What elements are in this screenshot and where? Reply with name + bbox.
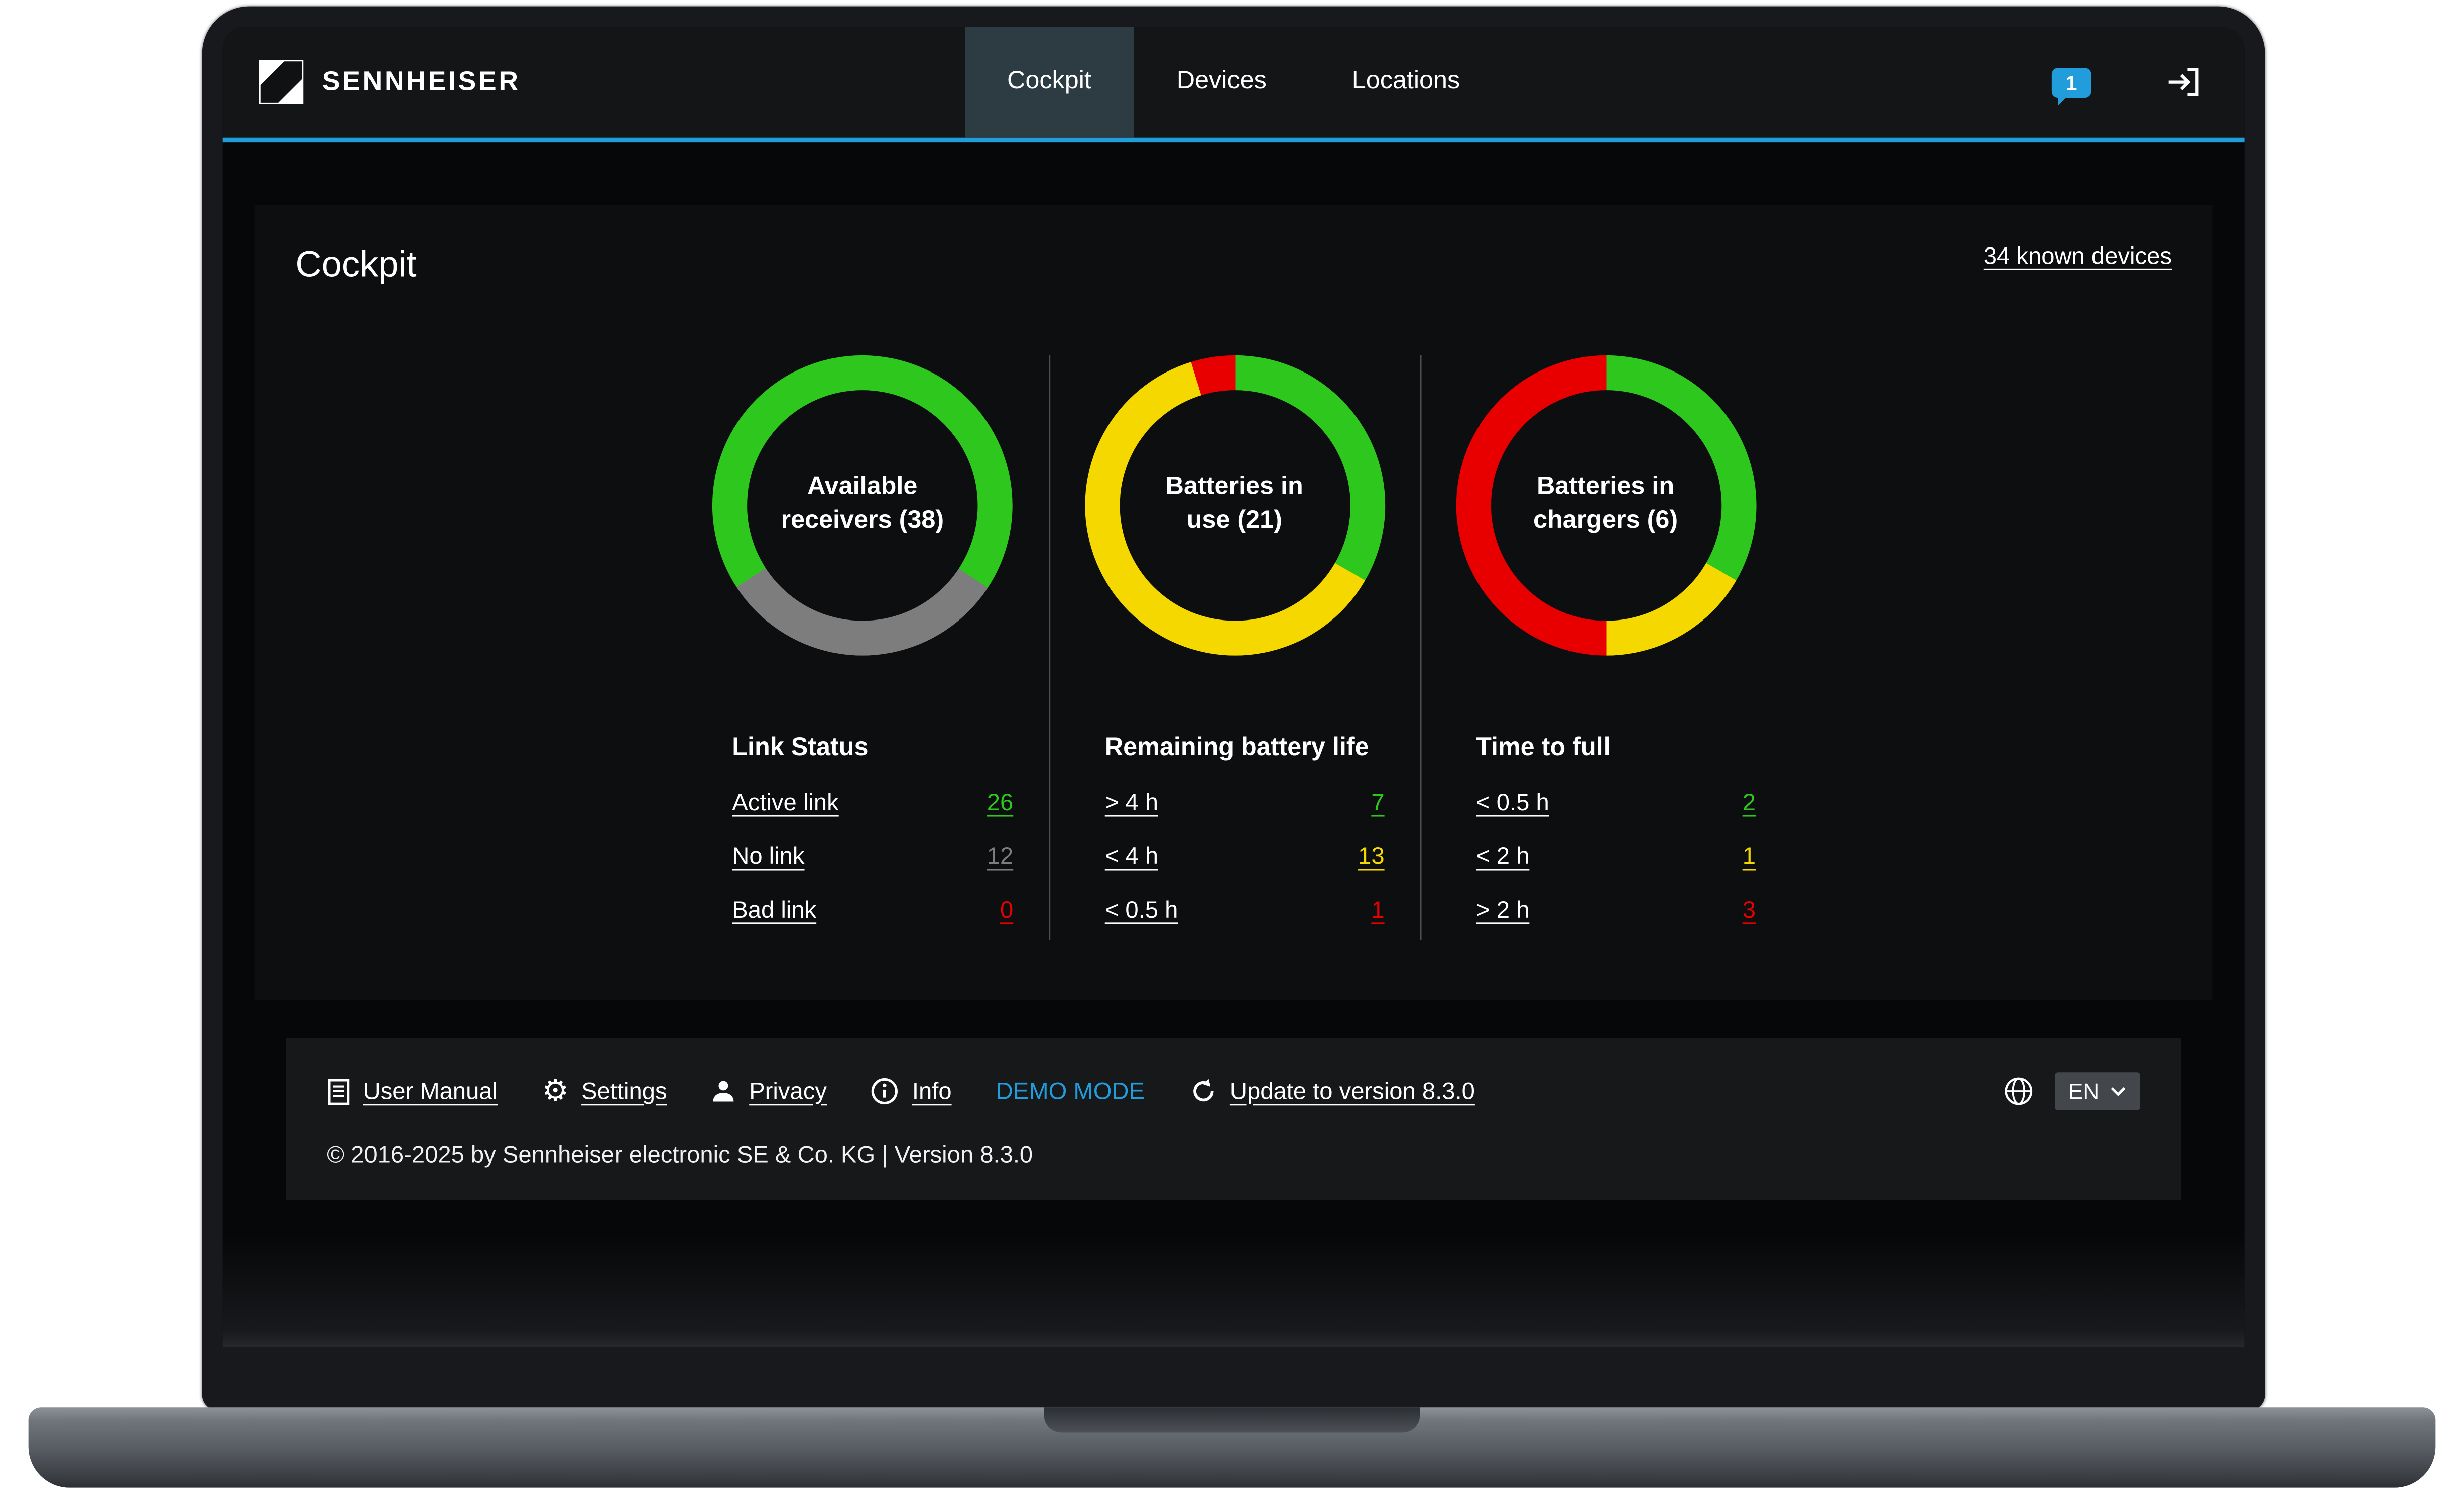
legend-label-link[interactable]: No link (732, 843, 804, 870)
legend-row: > 2 h 3 (1476, 897, 1756, 924)
donut-center-label: Batteries in use (21) (1129, 400, 1340, 611)
notification-badge[interactable]: 1 (2052, 67, 2091, 97)
settings-label: Settings (581, 1078, 667, 1104)
laptop-bezel: SENNHEISER Cockpit Devices Locations 1 (202, 7, 2265, 1411)
screen-bottom-reflection (223, 1233, 2245, 1347)
update-label: Update to version 8.3.0 (1230, 1078, 1475, 1104)
laptop-base (29, 1407, 2436, 1487)
legend-label-link[interactable]: < 0.5 h (1476, 790, 1549, 816)
donut-available-receivers: Available receivers (38) (712, 355, 1013, 656)
cockpit-panel: Cockpit 34 known devices Available recei… (255, 205, 2213, 1000)
laptop-screen: SENNHEISER Cockpit Devices Locations 1 (223, 27, 2245, 1347)
donut-batteries-in-use: Batteries in use (21) (1084, 355, 1385, 656)
header-right: 1 (2052, 27, 2203, 137)
legend-row: < 2 h 1 (1476, 843, 1756, 870)
legend-label-link[interactable]: Bad link (732, 897, 816, 924)
tab-locations[interactable]: Locations (1309, 27, 1503, 137)
legend-row: Bad link 0 (732, 897, 1013, 924)
privacy-icon (711, 1079, 736, 1104)
main-content: Cockpit 34 known devices Available recei… (223, 142, 2245, 1200)
charts-row: Available receivers (38) Link Status Act… (295, 355, 2172, 940)
legend-value-link[interactable]: 7 (1371, 790, 1384, 816)
language-selector[interactable]: EN (2054, 1072, 2140, 1110)
footer-links: User Manual ⚙ Settings (327, 1072, 2140, 1110)
user-manual-label: User Manual (363, 1078, 498, 1104)
legend-row: Active link 26 (732, 790, 1013, 816)
chart-column-batteries-in-chargers: Batteries in chargers (6) Time to full <… (1419, 355, 1790, 940)
panel-header: Cockpit 34 known devices (295, 243, 2172, 286)
privacy-label: Privacy (749, 1078, 827, 1104)
legend-row: < 0.5 h 1 (1105, 897, 1385, 924)
privacy-link[interactable]: Privacy (711, 1078, 827, 1104)
legend-row: < 0.5 h 2 (1476, 790, 1756, 816)
legend-value-link[interactable]: 1 (1743, 843, 1756, 870)
legend-value-link[interactable]: 3 (1743, 897, 1756, 924)
legend-row: > 4 h 7 (1105, 790, 1385, 816)
update-link[interactable]: Update to version 8.3.0 (1189, 1077, 1475, 1106)
globe-icon (2002, 1076, 2034, 1107)
known-devices-link[interactable]: 34 known devices (1984, 243, 2172, 270)
settings-link[interactable]: ⚙ Settings (542, 1076, 667, 1106)
user-manual-link[interactable]: User Manual (327, 1078, 498, 1104)
legend-time-to-full: Time to full < 0.5 h 2 < 2 h 1 (1421, 734, 1790, 924)
update-icon (1189, 1077, 1217, 1106)
legend-remaining-battery: Remaining battery life > 4 h 7 < 4 h 13 (1050, 734, 1419, 924)
laptop-lid-notch (1044, 1407, 1420, 1432)
chart-column-batteries-in-use: Batteries in use (21) Remaining battery … (1048, 355, 1419, 940)
donut-center-label: Batteries in chargers (6) (1500, 400, 1711, 611)
footer-right: EN (2002, 1072, 2140, 1110)
legend-row: No link 12 (732, 843, 1013, 870)
app-header: SENNHEISER Cockpit Devices Locations 1 (223, 27, 2245, 142)
donut-batteries-in-chargers: Batteries in chargers (6) (1455, 355, 1756, 656)
legend-label-link[interactable]: < 0.5 h (1105, 897, 1178, 924)
legend-title: Link Status (732, 734, 1013, 763)
donut-center-label: Available receivers (38) (757, 400, 968, 611)
legend-label-link[interactable]: < 2 h (1476, 843, 1529, 870)
tab-devices[interactable]: Devices (1134, 27, 1309, 137)
language-value: EN (2068, 1079, 2099, 1104)
demo-mode-badge: DEMO MODE (996, 1078, 1145, 1104)
legend-value-link[interactable]: 0 (1000, 897, 1013, 924)
tab-cockpit[interactable]: Cockpit (964, 27, 1134, 137)
page: SENNHEISER Cockpit Devices Locations 1 (0, 0, 2464, 1488)
legend-row: < 4 h 13 (1105, 843, 1385, 870)
logout-icon[interactable] (2164, 65, 2203, 99)
legend-link-status: Link Status Active link 26 No link 12 (677, 734, 1048, 924)
legend-label-link[interactable]: Active link (732, 790, 838, 816)
brand: SENNHEISER (258, 27, 521, 137)
legend-label-link[interactable]: < 4 h (1105, 843, 1158, 870)
main-nav: Cockpit Devices Locations (964, 27, 1503, 137)
app-footer: User Manual ⚙ Settings (286, 1038, 2181, 1200)
legend-label-link[interactable]: > 2 h (1476, 897, 1529, 924)
sennheiser-logo-icon (258, 58, 305, 105)
legend-value-link[interactable]: 1 (1371, 897, 1384, 924)
brand-name: SENNHEISER (322, 66, 521, 98)
info-icon (871, 1077, 900, 1106)
settings-icon: ⚙ (542, 1076, 569, 1106)
legend-value-link[interactable]: 13 (1358, 843, 1385, 870)
legend-value-link[interactable]: 26 (987, 790, 1014, 816)
info-link[interactable]: Info (871, 1077, 952, 1106)
chevron-down-icon (2110, 1087, 2126, 1096)
legend-title: Time to full (1476, 734, 1756, 763)
copyright-text: © 2016-2025 by Sennheiser electronic SE … (327, 1142, 2140, 1169)
info-label: Info (912, 1078, 952, 1104)
legend-title: Remaining battery life (1105, 734, 1385, 763)
legend-value-link[interactable]: 2 (1743, 790, 1756, 816)
manual-icon (327, 1078, 350, 1104)
page-title: Cockpit (295, 243, 416, 286)
legend-label-link[interactable]: > 4 h (1105, 790, 1158, 816)
legend-value-link[interactable]: 12 (987, 843, 1014, 870)
chart-column-receivers: Available receivers (38) Link Status Act… (677, 355, 1048, 940)
